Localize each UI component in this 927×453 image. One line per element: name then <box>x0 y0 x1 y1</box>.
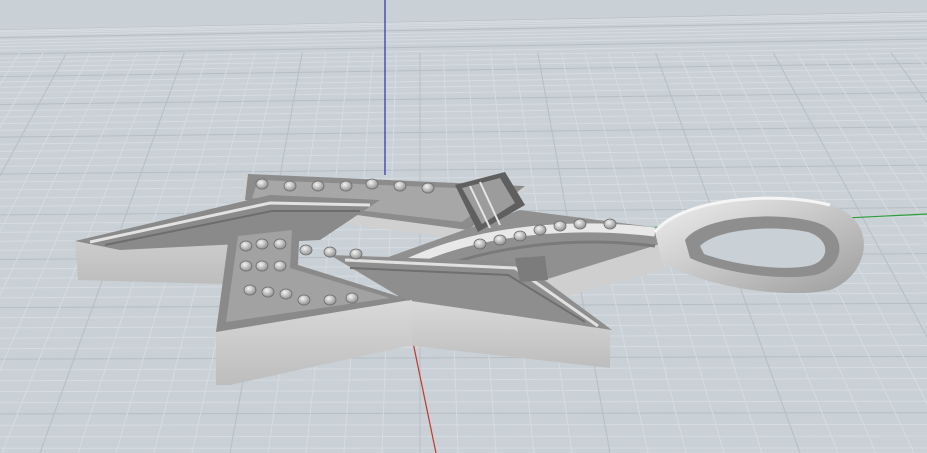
3d-viewport[interactable] <box>0 0 927 453</box>
gem <box>255 178 269 190</box>
gem <box>311 180 325 192</box>
gem <box>473 238 487 250</box>
gem <box>283 180 297 192</box>
gem <box>255 238 269 250</box>
gem <box>239 240 253 252</box>
gem <box>243 284 257 296</box>
gem <box>393 180 407 192</box>
gem <box>573 218 587 230</box>
gem <box>603 218 617 230</box>
gem <box>299 244 313 256</box>
gem <box>553 220 567 232</box>
gem <box>533 224 547 236</box>
notch-block <box>515 256 548 282</box>
gem <box>365 178 379 190</box>
gem <box>323 246 337 258</box>
gem <box>349 248 363 260</box>
gem <box>279 288 293 300</box>
gem <box>323 294 337 306</box>
gem <box>239 260 253 272</box>
gem <box>255 260 269 272</box>
gem <box>273 238 287 250</box>
gem <box>273 260 287 272</box>
gem <box>421 182 435 194</box>
grid-line <box>0 435 927 438</box>
gem <box>493 234 507 246</box>
gem <box>297 294 311 306</box>
viewport-canvas[interactable] <box>0 0 927 453</box>
gem <box>339 180 353 192</box>
gem <box>345 292 359 304</box>
gem <box>261 286 275 298</box>
gem <box>513 230 527 242</box>
